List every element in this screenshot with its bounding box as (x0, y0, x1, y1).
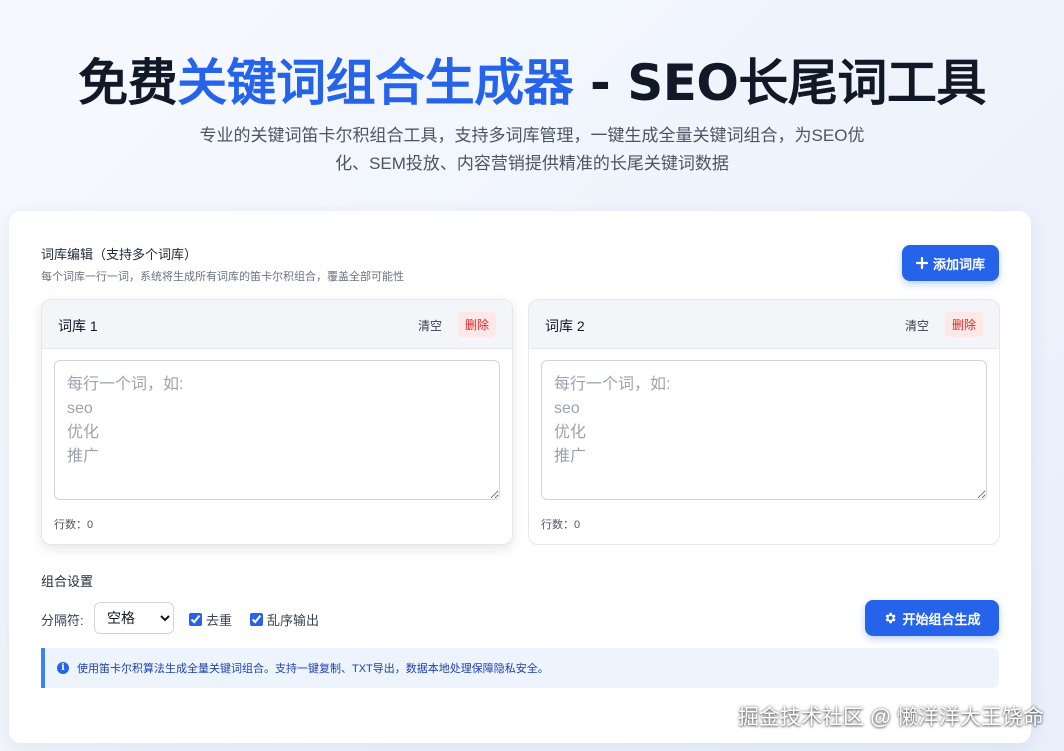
title-prefix: 免费 (78, 54, 178, 112)
info-banner: i 使用笛卡尔积算法生成全量关键词组合。支持一键复制、TXT导出，数据本地处理保… (41, 648, 999, 688)
line-count: 行数：0 (54, 519, 94, 531)
delete-button[interactable]: 删除 (944, 312, 983, 337)
add-library-button[interactable]: 添加词库 (902, 245, 999, 281)
library-name: 词库 1 (58, 318, 98, 334)
editor-title: 词库编辑（支持多个词库） (41, 247, 198, 262)
line-count: 行数：0 (541, 519, 581, 531)
info-icon: i (57, 662, 69, 674)
library-textarea[interactable] (541, 360, 987, 500)
page-title: 免费关键词组合生成器 - SEO长尾词工具 (0, 52, 1064, 114)
library-name: 词库 2 (545, 318, 585, 334)
clear-button[interactable]: 清空 (905, 317, 929, 334)
library-textarea[interactable] (54, 360, 500, 500)
start-generate-label: 开始组合生成 (902, 611, 981, 627)
clear-button[interactable]: 清空 (418, 317, 442, 334)
dedupe-toggle[interactable]: 去重 (189, 610, 232, 629)
library-header: 词库 1 清空 删除 (42, 300, 512, 349)
page-subtitle: 专业的关键词笛卡尔积组合工具，支持多词库管理，一键生成全量关键词组合，为SEO优… (199, 126, 865, 173)
delete-button[interactable]: 删除 (457, 312, 496, 337)
info-text: 使用笛卡尔积算法生成全量关键词组合。支持一键复制、TXT导出，数据本地处理保障隐… (77, 663, 549, 675)
editor-description: 每个词库一行一词，系统将生成所有词库的笛卡尔积组合，覆盖全部可能性 (41, 271, 404, 283)
library-card-2: 词库 2 清空 删除 行数：0 (528, 299, 1000, 545)
hero: 免费关键词组合生成器 - SEO长尾词工具 专业的关键词笛卡尔积组合工具，支持多… (0, 52, 1064, 178)
settings-title: 组合设置 (41, 574, 94, 589)
main-card: 词库编辑（支持多个词库） 每个词库一行一词，系统将生成所有词库的笛卡尔积组合，覆… (9, 211, 1031, 743)
separator-label: 分隔符: (41, 613, 84, 628)
plus-icon (915, 257, 928, 269)
add-library-label: 添加词库 (932, 256, 985, 272)
separator-select[interactable]: 空格 (94, 602, 174, 634)
gear-icon (886, 612, 897, 624)
title-accent: 关键词组合生成器 (177, 54, 574, 112)
watermark: 掘金技术社区 @ 懒洋洋大王饶命 (738, 706, 1044, 729)
library-header: 词库 2 清空 删除 (529, 300, 999, 349)
shuffle-label: 乱序输出 (267, 613, 320, 628)
library-card-1: 词库 1 清空 删除 行数：0 (41, 299, 513, 545)
start-generate-button[interactable]: 开始组合生成 (865, 600, 999, 636)
shuffle-checkbox[interactable] (250, 613, 263, 626)
dedupe-label: 去重 (206, 613, 233, 628)
shuffle-toggle[interactable]: 乱序输出 (250, 610, 319, 629)
dedupe-checkbox[interactable] (189, 613, 202, 626)
title-suffix: - SEO长尾词工具 (573, 54, 986, 112)
